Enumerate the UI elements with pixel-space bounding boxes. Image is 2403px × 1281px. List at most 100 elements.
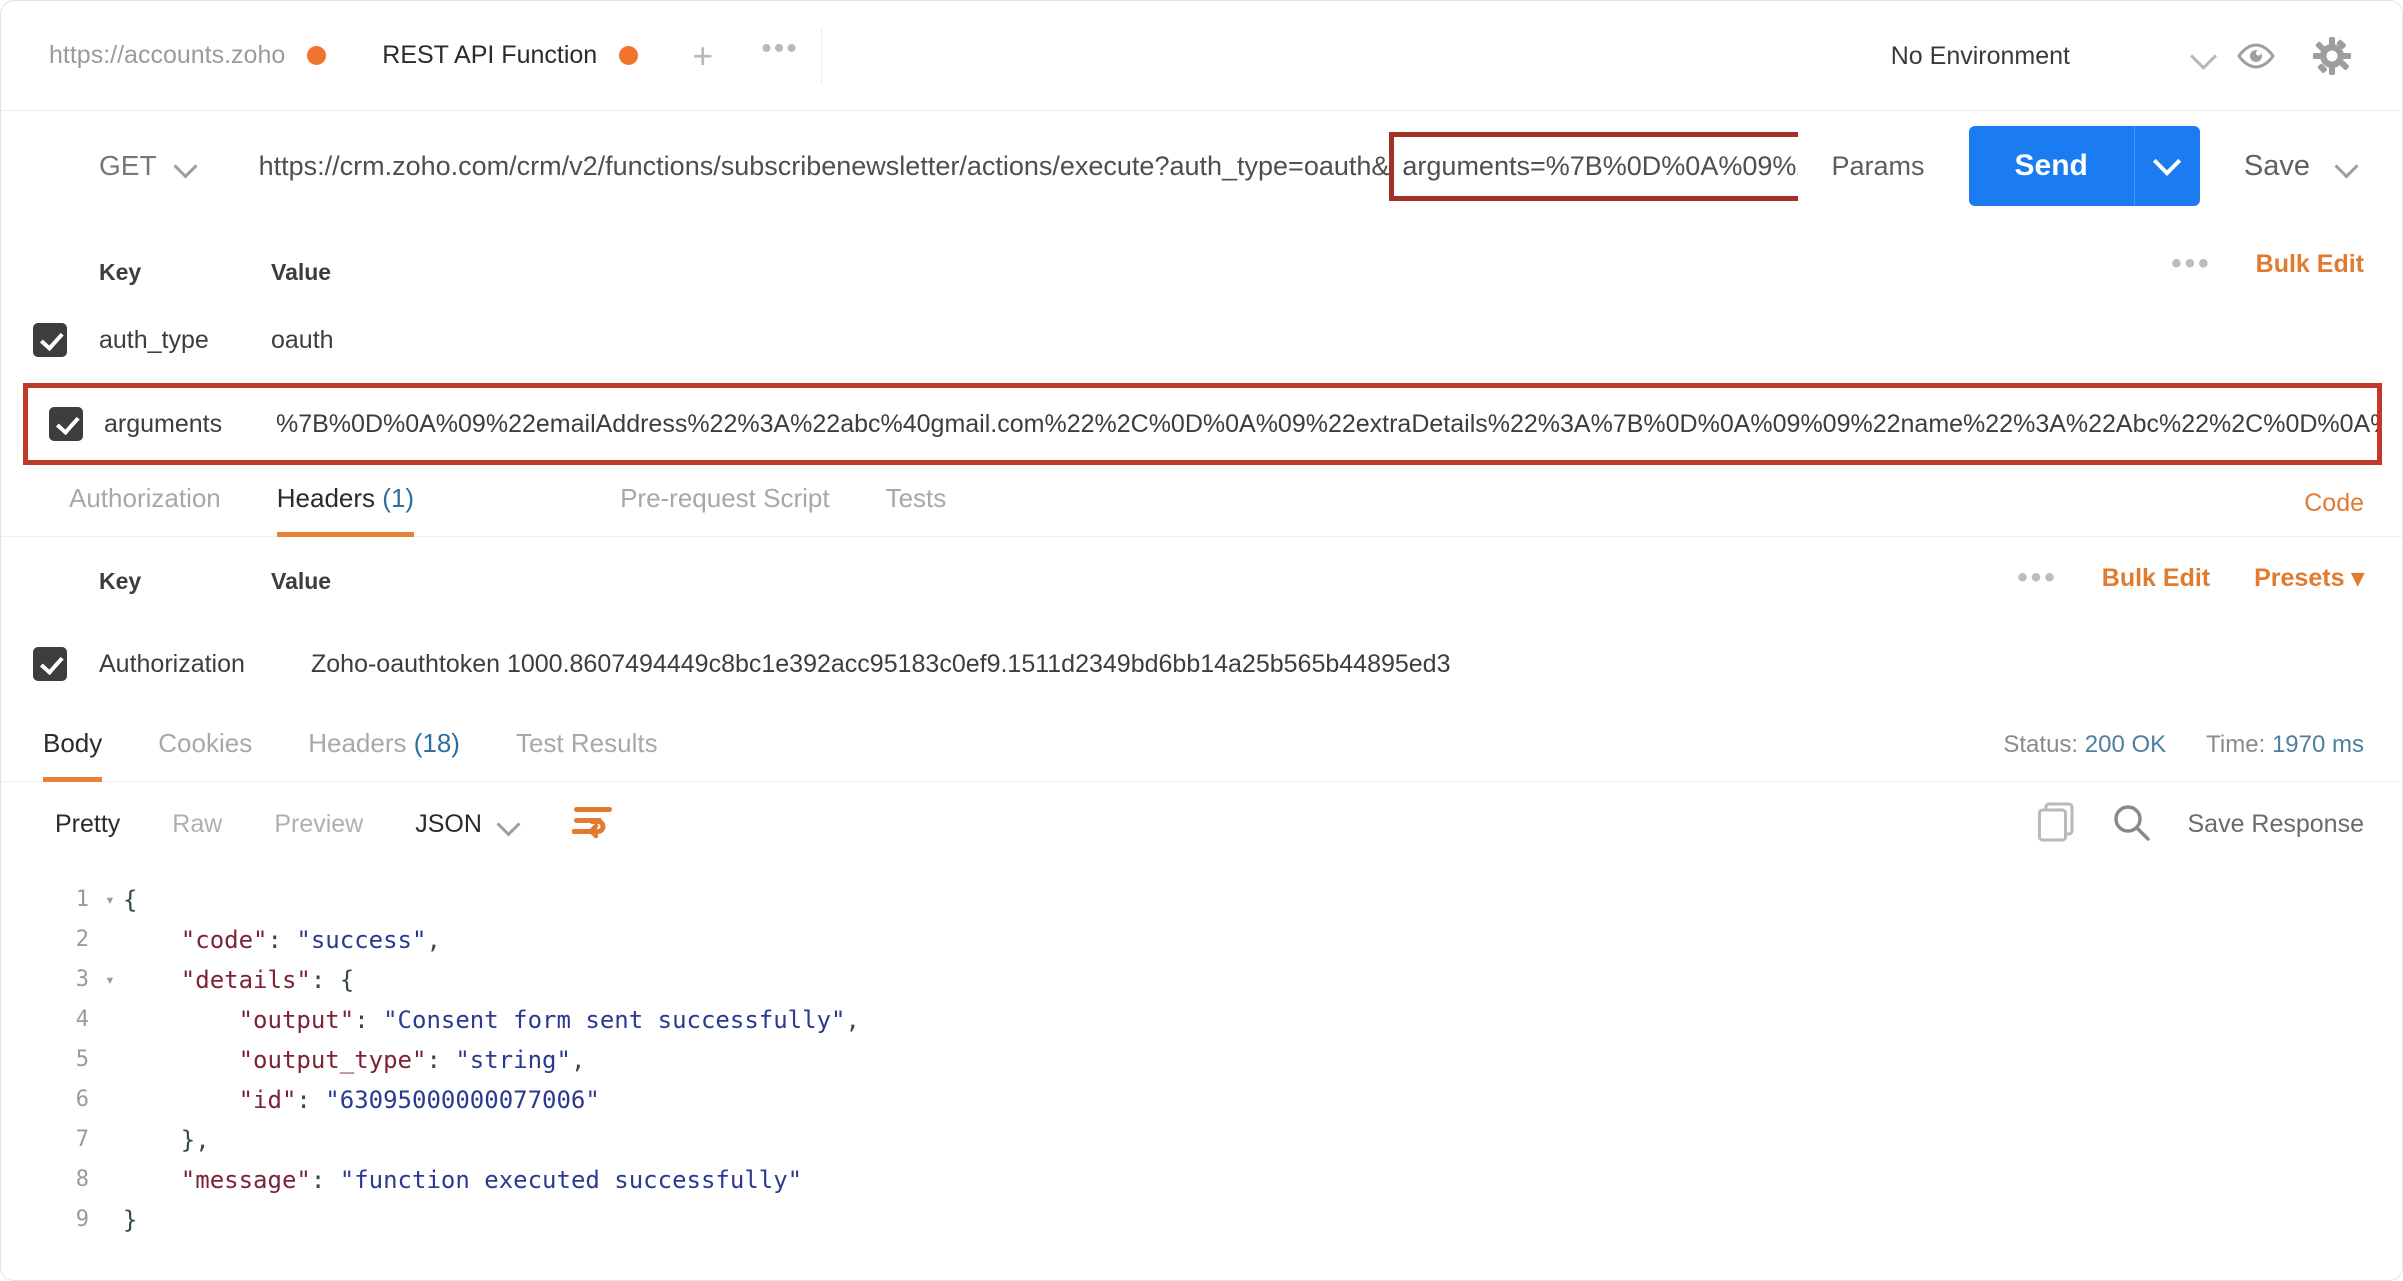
response-tabs-row: Body Cookies Headers (18) Test Results S… [1,706,2402,782]
response-actions: Save Response [2037,802,2364,847]
params-button[interactable]: Params [1832,151,1925,182]
headers-header-actions: ••• Bulk Edit Presets ▾ [2017,563,2364,593]
params-row-checkbox-cell [28,407,104,441]
headers-row-authorization[interactable]: Authorization Zoho-oauthtoken 1000.86074… [1,621,2402,707]
unsaved-dot-icon [619,46,639,65]
request-tab-rest-api-function[interactable]: REST API Function [354,1,666,111]
response-tab-body[interactable]: Body [15,728,130,782]
params-row-key[interactable]: auth_type [99,326,271,355]
params-row-arguments[interactable]: arguments %7B%0D%0A%09%22emailAddress%22… [23,383,2382,465]
tab-label: Authorization [69,483,221,513]
code-line: 9} [1,1200,2402,1240]
format-raw-button[interactable]: Raw [146,810,248,839]
code-fold-toggle-icon[interactable]: ▾ [97,960,123,1000]
response-body-code[interactable]: 1 ▾{2 "code": "success", 3 ▾ "details": {4 … [1,866,2402,1240]
checkbox-checked-icon[interactable] [33,323,67,357]
params-header-key: Key [99,258,142,285]
params-row-key[interactable]: arguments [104,410,276,439]
save-response-button[interactable]: Save Response [2187,810,2364,839]
checkbox-checked-icon[interactable] [49,407,83,441]
caret-down-icon: ▾ [2351,564,2364,592]
headers-header-key: Key [99,567,142,594]
headers-bulk-edit-button[interactable]: Bulk Edit [2102,564,2210,593]
code-line-text: "details": { [180,966,355,994]
save-options-chevron-icon[interactable] [2336,155,2358,177]
tab-more-button[interactable]: ••• [739,33,821,78]
send-options-chevron-icon[interactable] [2133,126,2200,206]
language-label: JSON [415,809,482,838]
tab-count: (1) [382,483,415,513]
postman-window: https://accounts.zoho REST API Function … [0,0,2403,1281]
url-input[interactable]: https://crm.zoho.com/crm/v2/functions/su… [259,130,1798,202]
response-tab-headers[interactable]: Headers (18) [280,728,488,781]
checkbox-checked-icon[interactable] [33,647,67,681]
code-line-number: 3 [75,967,89,992]
tab-label: Test Results [515,728,658,758]
eye-icon[interactable] [2218,26,2294,86]
code-button[interactable]: Code [2304,489,2364,518]
environment-area: No Environment [1891,1,2402,111]
code-line-text: "output_type": "string", [238,1046,586,1074]
http-method-selector[interactable]: GET [99,150,197,182]
send-button-group[interactable]: Send [1968,126,2200,206]
search-icon[interactable] [2111,802,2151,847]
tab-headers[interactable]: Headers (1) [249,483,442,537]
code-line-number: 8 [75,1167,89,1192]
code-line: 7 }, [1,1120,2402,1160]
params-table: Key Value ••• Bulk Edit auth_type oauth … [1,241,2402,465]
request-tabs-row: Authorization Headers (1) Pre-request Sc… [1,461,2402,537]
params-row-auth-type[interactable]: auth_type oauth [1,303,2402,377]
code-line: 8 "message": "function executed successf… [1,1160,2402,1200]
format-pretty-button[interactable]: Pretty [29,810,146,839]
chevron-down-icon[interactable] [2190,42,2218,70]
time-group: Time: 1970 ms [2206,731,2364,759]
code-line-number: 6 [75,1087,89,1112]
params-row-value[interactable]: oauth [271,326,2402,355]
params-header-actions: ••• Bulk Edit [2171,249,2364,279]
response-language-selector[interactable]: JSON [389,810,546,839]
send-button[interactable]: Send [1969,126,2134,206]
headers-table: Key Value ••• Bulk Edit Presets ▾ Author… [1,541,2402,707]
tab-label: Headers [276,483,376,513]
code-line-text: "output": "Consent form sent successfull… [238,1006,860,1034]
format-preview-button[interactable]: Preview [248,810,389,839]
headers-row-checkbox-cell [1,647,99,681]
headers-table-header: Key Value ••• Bulk Edit Presets ▾ [1,541,2402,621]
params-row-value[interactable]: %7B%0D%0A%09%22emailAddress%22%3A%22abc%… [276,410,2377,439]
response-tab-test-results[interactable]: Test Results [488,728,686,781]
chevron-down-icon [175,155,197,177]
response-tab-cookies[interactable]: Cookies [130,728,280,781]
code-line: 3 ▾ "details": { [1,960,2402,1000]
code-line: 4 "output": "Consent form sent successfu… [1,1000,2402,1040]
tab-authorization[interactable]: Authorization [41,483,249,536]
environment-selector[interactable]: No Environment [1891,42,2070,71]
request-tab-accounts-zoho[interactable]: https://accounts.zoho [1,1,354,111]
code-line-number: 1 [75,887,89,912]
tab-tests[interactable]: Tests [858,483,975,536]
status-value: 200 OK [2084,731,2167,758]
tab-label: Headers [308,728,407,758]
tab-pre-request-script[interactable]: Pre-request Script [592,483,858,536]
params-bulk-edit-button[interactable]: Bulk Edit [2256,250,2364,279]
code-fold-toggle-icon[interactable]: ▾ [97,880,123,920]
headers-row-value[interactable]: Zoho-oauthtoken 1000.8607494449c8bc1e392… [311,650,2402,679]
save-button[interactable]: Save [2244,150,2310,183]
params-more-button[interactable]: ••• [2171,249,2212,279]
new-tab-button[interactable]: + [666,37,739,74]
headers-more-button[interactable]: ••• [2017,563,2058,593]
presets-label: Presets [2254,564,2345,592]
tabbar-divider [820,27,822,84]
code-line-number: 4 [75,1007,89,1032]
headers-row-key[interactable]: Authorization [99,650,311,679]
word-wrap-icon[interactable] [571,805,614,844]
response-section: Body Cookies Headers (18) Test Results S… [1,706,2402,1240]
code-line-number: 2 [75,927,89,952]
code-line: 6 "id": "63095000000077006" [1,1080,2402,1120]
copy-icon[interactable] [2037,802,2075,847]
gear-icon[interactable] [2294,26,2370,86]
tab-label: Tests [885,483,947,513]
status-group: Status: 200 OK [2003,731,2166,759]
tab-label: Body [43,728,103,758]
url-arguments-highlight: arguments=%7B%0D%0A%09%22emailAd... [1389,131,1798,201]
headers-presets-button[interactable]: Presets ▾ [2254,563,2364,593]
